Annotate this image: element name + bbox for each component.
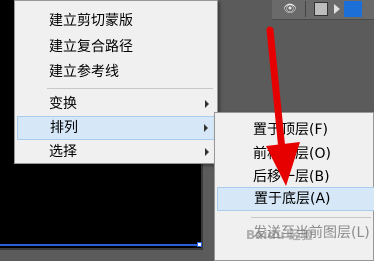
- layer-row[interactable]: 👁: [278, 0, 374, 18]
- menu-item-label: 建立剪切蒙版: [49, 13, 133, 29]
- menu-item-make-compound-path[interactable]: 建立复合路径: [17, 35, 215, 59]
- menu-item-arrange[interactable]: 排列: [17, 116, 215, 140]
- selection-edge: [0, 244, 200, 246]
- submenu-item-send-backward[interactable]: 后移一层(B): [217, 165, 374, 189]
- eye-icon[interactable]: 👁: [283, 3, 299, 15]
- divider: [305, 1, 306, 17]
- menu-item-make-guides[interactable]: 建立参考线: [17, 60, 215, 84]
- expand-triangle-icon[interactable]: [334, 4, 340, 14]
- menu-item-label: 建立参考线: [49, 64, 119, 80]
- menu-item-label: 选择: [49, 144, 77, 160]
- layer-color-swatch: [344, 1, 362, 17]
- menu-item-make-clipping-mask[interactable]: 建立剪切蒙版: [17, 9, 215, 33]
- submenu-separator: [251, 217, 371, 218]
- submenu-item-label: 置于顶层(F): [253, 122, 328, 138]
- selection-handle[interactable]: [197, 242, 202, 247]
- submenu-item-bring-forward[interactable]: 前移一层(O): [217, 142, 374, 166]
- menu-item-transform[interactable]: 变换: [17, 92, 215, 116]
- menu-item-label: 排列: [50, 120, 78, 136]
- menu-item-label: 变换: [49, 96, 77, 112]
- chevron-right-icon: [205, 148, 209, 156]
- submenu-item-label: 置于底层(A): [254, 191, 331, 207]
- context-menu: 建立剪切蒙版 建立复合路径 建立参考线 变换 排列 选择: [14, 0, 218, 164]
- submenu-item-bring-to-front[interactable]: 置于顶层(F): [217, 118, 374, 142]
- submenu-item-label: 后移一层(B): [253, 169, 330, 185]
- menu-item-label: 建立复合路径: [49, 39, 133, 55]
- menu-item-select[interactable]: 选择: [17, 140, 215, 164]
- chevron-right-icon: [204, 124, 208, 132]
- submenu-item-label: 前移一层(O): [253, 146, 331, 162]
- chevron-right-icon: [205, 100, 209, 108]
- watermark: Baidu 经验: [246, 228, 313, 242]
- menu-separator: [47, 88, 213, 89]
- layer-thumbnail[interactable]: [314, 2, 328, 16]
- submenu-item-send-to-back[interactable]: 置于底层(A): [217, 187, 374, 211]
